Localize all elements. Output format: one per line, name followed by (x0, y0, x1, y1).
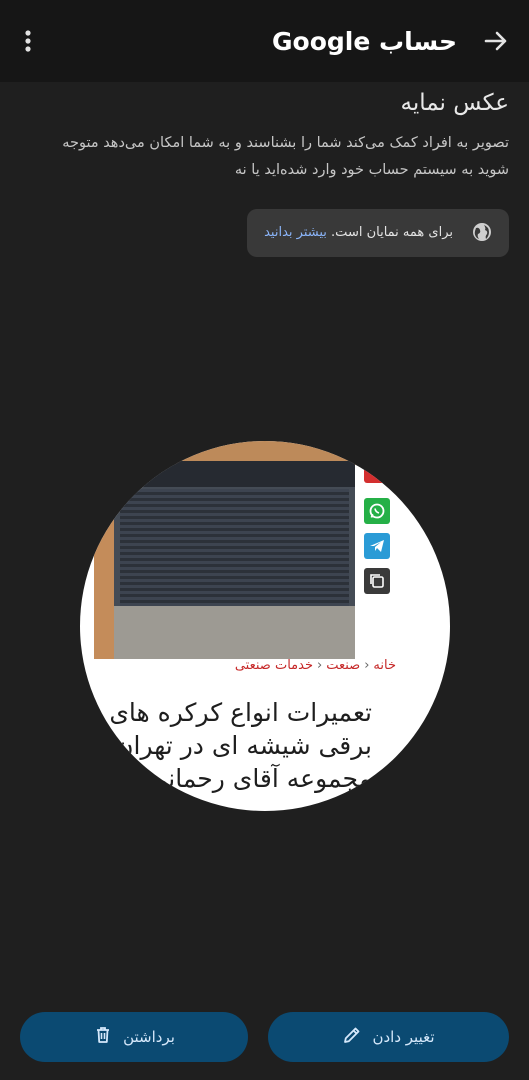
more-vert-icon[interactable] (16, 26, 40, 56)
breadcrumb-item: خانه (373, 658, 396, 673)
article-headline: تعمیرات انواع کرکره های برقی شیشه ای در … (100, 696, 372, 795)
trash-icon (93, 1025, 113, 1049)
share-icon (364, 463, 390, 483)
remove-button-label: برداشتن (123, 1028, 175, 1046)
headline-line: برقی شیشه ای در تهران ا (100, 731, 372, 760)
globe-icon (471, 221, 493, 243)
visibility-label: برای همه نمایان است. (331, 225, 453, 240)
top-app-bar: حساب Google (0, 0, 529, 82)
breadcrumb-separator: ‹ (317, 658, 323, 673)
visibility-card: برای همه نمایان است. بیشتر بدانید (247, 209, 509, 257)
headline-line: مجموعه آقای رحمانی (147, 764, 372, 793)
photo-wooden-wall (94, 461, 114, 659)
arrow-forward-icon[interactable] (483, 28, 509, 54)
breadcrumb-separator: ‹ (364, 658, 370, 673)
breadcrumb-item: صنعت (326, 658, 361, 673)
shutter-header (114, 461, 355, 487)
copy-icon (364, 568, 390, 594)
photo-ground (114, 606, 355, 659)
section-title: عکس نمایه (400, 90, 510, 116)
visibility-text: برای همه نمایان است. بیشتر بدانید (264, 209, 453, 257)
headline-line: تعمیرات انواع کرکره های (109, 698, 372, 727)
section-description: تصویر به افراد کمک می‌کند شما را بشناسند… (62, 135, 509, 178)
pencil-icon (342, 1025, 362, 1049)
breadcrumb-item: خدمات صنعتی (234, 658, 313, 673)
profile-photo-avatar: خانه‹صنعت‹خدمات صنعتی تعمیرات انواع کرکر… (80, 441, 450, 811)
telegram-icon (364, 533, 390, 559)
change-photo-button[interactable]: تغییر دادن (268, 1012, 509, 1062)
change-button-label: تغییر دادن (372, 1028, 435, 1046)
page-title: حساب Google (272, 27, 457, 56)
learn-more-link[interactable]: بیشتر بدانید (264, 225, 327, 240)
whatsapp-icon (364, 498, 390, 524)
breadcrumb: خانه‹صنعت‹خدمات صنعتی (235, 653, 396, 679)
remove-photo-button[interactable]: برداشتن (20, 1012, 248, 1062)
